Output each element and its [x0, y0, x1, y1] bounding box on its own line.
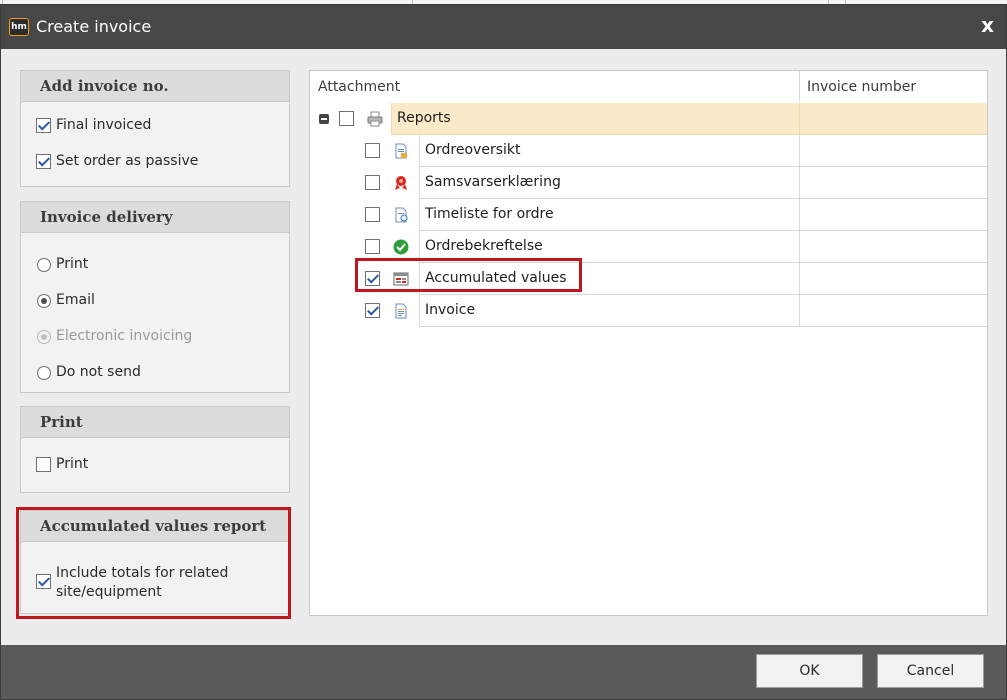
title-bar[interactable]: hm Create invoice x	[1, 5, 1006, 49]
app-logo-icon: hm	[9, 18, 29, 36]
tree-row-timeliste[interactable]: Timeliste for ordre	[310, 199, 987, 231]
ordrebekreftelse-invoice-cell[interactable]	[799, 231, 987, 263]
timeliste-invoice-cell[interactable]	[799, 199, 987, 231]
samsvarserklaering-invoice-cell[interactable]	[799, 167, 987, 199]
print-checkbox-label[interactable]: Print	[56, 456, 88, 472]
delivery-do-not-send-label[interactable]: Do not send	[56, 364, 141, 380]
print-group: Print Print	[20, 406, 290, 493]
set-order-passive-checkbox[interactable]	[36, 154, 51, 169]
reports-checkbox[interactable]	[339, 111, 354, 126]
timeliste-label: Timeliste for ordre	[425, 206, 554, 222]
invoice-name-cell	[419, 295, 799, 327]
accumulated-values-invoice-cell[interactable]	[799, 263, 987, 295]
collapse-icon[interactable]	[319, 114, 329, 124]
delivery-email-radio[interactable]	[37, 294, 51, 308]
reports-label: Reports	[397, 110, 451, 126]
invoice-delivery-group: Invoice delivery Print Email Electronic …	[20, 201, 290, 393]
final-invoiced-label[interactable]: Final invoiced	[56, 117, 151, 133]
invoice-delivery-header: Invoice delivery	[21, 202, 289, 233]
ordreoversikt-label: Ordreoversikt	[425, 142, 521, 158]
delivery-electronic-label: Electronic invoicing	[56, 328, 193, 344]
samsvarserklaering-label: Samsvarserklæring	[425, 174, 561, 190]
ordrebekreftelse-label: Ordrebekreftelse	[425, 238, 543, 254]
final-invoiced-checkbox[interactable]	[36, 118, 51, 133]
add-invoice-no-header: Add invoice no.	[21, 71, 289, 102]
printer-icon	[367, 111, 383, 127]
delivery-email-label[interactable]: Email	[56, 292, 95, 308]
attachment-column-header[interactable]: Attachment	[318, 79, 400, 95]
invoice-doc-icon	[395, 303, 407, 319]
timesheet-doc-icon	[395, 207, 408, 223]
tree-row-samsvarserklaering[interactable]: Samsvarserklæring	[310, 167, 987, 199]
ordreoversikt-invoice-cell[interactable]	[799, 135, 987, 167]
reports-name-cell	[391, 103, 799, 135]
delivery-print-radio[interactable]	[37, 258, 51, 272]
tree-row-reports[interactable]: Reports	[310, 103, 987, 135]
highlight-box	[355, 258, 582, 292]
samsvarserklaering-checkbox[interactable]	[365, 175, 380, 190]
print-checkbox[interactable]	[36, 457, 51, 472]
delivery-print-label[interactable]: Print	[56, 256, 88, 272]
invoice-number-column-header[interactable]: Invoice number	[807, 79, 916, 95]
ordreoversikt-checkbox[interactable]	[365, 143, 380, 158]
invoice-checkbox[interactable]	[365, 303, 380, 318]
ribbon-award-icon	[395, 176, 407, 190]
timeliste-checkbox[interactable]	[365, 207, 380, 222]
ordrebekreftelse-checkbox[interactable]	[365, 239, 380, 254]
reports-invoice-cell	[799, 103, 987, 135]
ok-button[interactable]: OK	[756, 654, 863, 688]
print-group-header: Print	[21, 407, 289, 438]
tree-row-invoice[interactable]: Invoice	[310, 295, 987, 327]
highlight-box	[16, 507, 291, 619]
column-divider	[799, 71, 800, 101]
delivery-electronic-radio	[37, 330, 51, 344]
tree-row-ordreoversikt[interactable]: Ordreoversikt	[310, 135, 987, 167]
cancel-button[interactable]: Cancel	[877, 654, 984, 688]
dialog-title: Create invoice	[36, 17, 152, 36]
create-invoice-dialog: hm Create invoice x Add invoice no. Fina…	[0, 4, 1007, 700]
invoice-label: Invoice	[425, 302, 476, 318]
green-check-icon	[393, 239, 409, 255]
delivery-do-not-send-radio[interactable]	[37, 366, 51, 380]
set-order-passive-label[interactable]: Set order as passive	[56, 153, 198, 169]
attachment-tree-panel: Attachment Invoice number Reports Ordreo…	[309, 70, 988, 616]
add-invoice-no-group: Add invoice no. Final invoiced Set order…	[20, 70, 290, 187]
report-doc-icon	[395, 143, 407, 159]
close-icon[interactable]: x	[981, 13, 994, 37]
invoice-invoice-cell[interactable]	[799, 295, 987, 327]
